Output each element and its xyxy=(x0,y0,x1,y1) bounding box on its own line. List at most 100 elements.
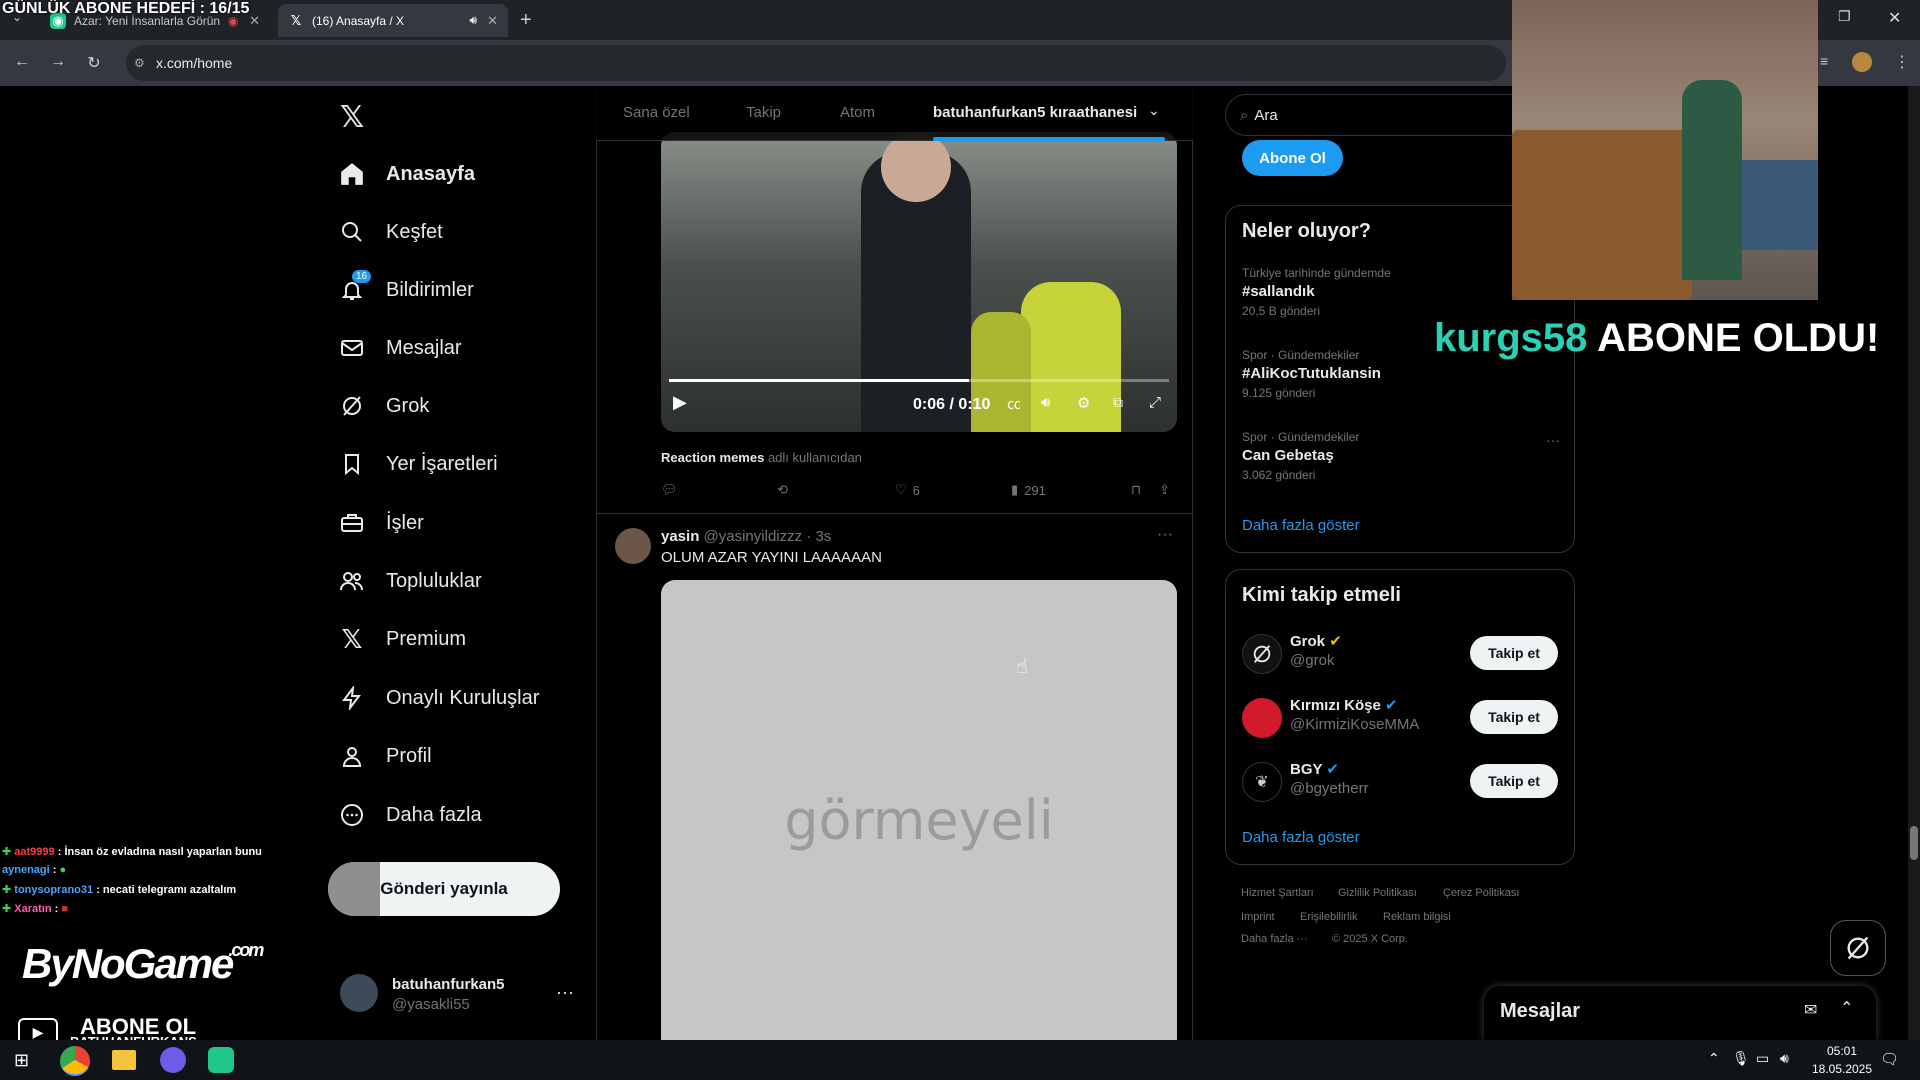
new-message-icon[interactable]: ✉ xyxy=(1804,1000,1817,1020)
clock-date[interactable]: 18.05.2025 xyxy=(1806,1062,1878,1076)
tab-following[interactable]: Takip xyxy=(746,104,781,121)
file-explorer-icon[interactable] xyxy=(112,1050,136,1070)
nav-communities[interactable]: Topluluklar xyxy=(338,561,482,601)
suggestion-name[interactable]: BGY ✔ xyxy=(1290,760,1339,778)
grok-icon[interactable] xyxy=(1242,634,1282,674)
nav-explore[interactable]: Keşfet xyxy=(338,212,443,252)
network-icon[interactable]: ▭ xyxy=(1756,1050,1769,1067)
media-control-icon[interactable]: ≡ xyxy=(1820,53,1828,69)
chrome-icon[interactable] xyxy=(60,1046,90,1076)
address-bar[interactable]: ⚙ x.com/home xyxy=(126,45,1506,81)
nav-more[interactable]: Daha fazla xyxy=(338,795,482,835)
avatar[interactable] xyxy=(1242,698,1282,738)
scrollbar-thumb[interactable] xyxy=(1910,826,1918,860)
nav-bookmarks[interactable]: Yer İşaretleri xyxy=(338,444,498,484)
timeline[interactable]: ▶ 0:06 / 0:10 ㏄ 🔊︎ ⚙ ⧉ ⤢ Reaction memes … xyxy=(596,86,1193,1040)
notifications-icon[interactable]: 🗨︎ xyxy=(1880,1050,1899,1068)
trend-item[interactable]: Spor · Gündemdekiler Can Gebetaş 3.062 g… xyxy=(1242,430,1562,482)
tab-for-you[interactable]: Sana özel xyxy=(623,104,690,121)
close-icon[interactable]: ✕ xyxy=(249,13,260,29)
bookmark-button[interactable]: ⊓ xyxy=(1131,482,1141,498)
video-progress-track[interactable] xyxy=(669,379,1169,382)
suggestion-name[interactable]: Kırmızı Köşe ✔ xyxy=(1290,696,1398,714)
person-icon xyxy=(338,742,366,770)
post-image[interactable]: görmeyeli xyxy=(661,580,1177,1040)
avatar[interactable] xyxy=(340,974,378,1012)
mail-icon xyxy=(338,334,366,362)
tray-expand-icon[interactable]: ⌃ xyxy=(1708,1050,1720,1067)
account-menu-icon[interactable]: ··· xyxy=(556,982,574,1003)
subscribe-premium-button[interactable]: Abone Ol xyxy=(1242,140,1343,176)
trends-show-more[interactable]: Daha fazla göster xyxy=(1242,517,1360,534)
volume-icon[interactable]: 🔊︎ xyxy=(1041,394,1050,411)
post-handle[interactable]: @yasinyildizzz xyxy=(704,528,803,545)
post-time[interactable]: · 3s xyxy=(806,528,831,545)
close-window-icon[interactable]: ✕ xyxy=(1888,8,1901,28)
nav-home[interactable]: Anasayfa xyxy=(338,154,475,194)
nav-premium[interactable]: 𝕏 Premium xyxy=(338,619,467,659)
new-tab-icon[interactable]: + xyxy=(520,9,532,32)
follow-button[interactable]: Takip et xyxy=(1470,700,1558,734)
share-button[interactable]: ⇪ xyxy=(1159,482,1170,498)
attribution-source[interactable]: Reaction memes xyxy=(661,450,764,465)
windows-start-icon[interactable]: ⊞ xyxy=(14,1050,29,1071)
post-menu-icon[interactable]: ··· xyxy=(1157,526,1173,544)
post-button[interactable]: Gönderi yayınla xyxy=(328,862,560,916)
follow-button[interactable]: Takip et xyxy=(1470,764,1558,798)
repost-button[interactable]: ⟲ xyxy=(777,482,788,498)
attribution-suffix: adlı kullanıcıdan xyxy=(767,450,862,465)
footer-link[interactable]: Erişilebilirlik xyxy=(1300,911,1357,923)
nav-grok[interactable]: Grok xyxy=(338,386,429,426)
messages-drawer[interactable]: Mesajlar ✉ ⌃ xyxy=(1484,986,1876,1040)
nav-verified-orgs[interactable]: Onaylı Kuruluşlar xyxy=(338,678,539,718)
pip-icon[interactable]: ⧉ xyxy=(1113,394,1123,411)
footer-link[interactable]: Daha fazla ··· xyxy=(1241,933,1308,945)
clock-time[interactable]: 05:01 xyxy=(1812,1044,1872,1058)
post-author[interactable]: yasin xyxy=(661,528,699,545)
nav-notifications[interactable]: 16 Bildirimler xyxy=(338,270,474,310)
video-player[interactable]: ▶ 0:06 / 0:10 ㏄ 🔊︎ ⚙ ⧉ ⤢ xyxy=(661,132,1177,432)
x-logo-icon[interactable]: 𝕏 xyxy=(340,100,364,135)
tab-atom[interactable]: Atom xyxy=(840,104,875,121)
menu-icon[interactable]: ⋮ xyxy=(1894,52,1910,72)
close-icon[interactable]: ✕ xyxy=(487,13,498,29)
grok-floating-button[interactable] xyxy=(1830,920,1886,976)
settings-icon[interactable]: ⚙ xyxy=(1077,394,1090,412)
scrollbar[interactable] xyxy=(1908,86,1920,1040)
nav-jobs[interactable]: İşler xyxy=(338,503,424,543)
views-button[interactable]: ▮ 291 xyxy=(1011,482,1046,498)
volume-icon[interactable]: 🔊︎ xyxy=(1780,1050,1789,1067)
chevron-down-icon[interactable]: ⌄ xyxy=(1148,102,1160,119)
avatar[interactable]: ❦ xyxy=(1242,762,1282,802)
back-icon[interactable]: ← xyxy=(12,53,32,71)
tab-x-home[interactable]: 𝕏 (16) Anasayfa / X 🔊︎ ✕ xyxy=(278,4,508,37)
play-icon[interactable]: ▶ xyxy=(673,392,687,413)
footer-link[interactable]: Hizmet Şartları xyxy=(1241,887,1314,899)
footer-link[interactable]: Reklam bilgisi xyxy=(1383,911,1451,923)
forward-icon[interactable]: → xyxy=(48,53,68,71)
footer-link[interactable]: Imprint xyxy=(1241,911,1275,923)
follow-button[interactable]: Takip et xyxy=(1470,636,1558,670)
footer-link[interactable]: Çerez Politikası xyxy=(1443,887,1519,899)
reply-button[interactable]: 💬︎ xyxy=(661,482,678,498)
captions-icon[interactable]: ㏄ xyxy=(1007,394,1021,414)
restore-icon[interactable]: ❐ xyxy=(1838,8,1851,25)
nav-messages[interactable]: Mesajlar xyxy=(338,328,462,368)
suggestion-name[interactable]: Grok ✔ xyxy=(1290,632,1342,650)
azar-icon[interactable] xyxy=(208,1047,234,1073)
trend-menu-icon[interactable]: ··· xyxy=(1546,432,1560,448)
footer-link[interactable]: Gizlilik Politikası xyxy=(1338,887,1417,899)
avatar[interactable] xyxy=(615,528,651,564)
like-button[interactable]: ♡ 6 xyxy=(895,482,920,498)
who-show-more[interactable]: Daha fazla göster xyxy=(1242,829,1360,846)
reload-icon[interactable]: ↻ xyxy=(84,53,104,73)
app-icon[interactable] xyxy=(160,1047,186,1073)
expand-icon[interactable]: ⌃ xyxy=(1840,998,1853,1018)
site-info-icon[interactable]: ⚙ xyxy=(134,56,145,70)
nav-profile[interactable]: Profil xyxy=(338,736,432,776)
tab-list[interactable]: batuhanfurkan5 kıraathanesi xyxy=(933,104,1137,121)
fullscreen-icon[interactable]: ⤢ xyxy=(1149,394,1161,411)
chat-text: : xyxy=(52,864,57,876)
profile-avatar[interactable] xyxy=(1852,52,1872,72)
microphone-icon[interactable]: 🎙︎ xyxy=(1732,1050,1750,1067)
